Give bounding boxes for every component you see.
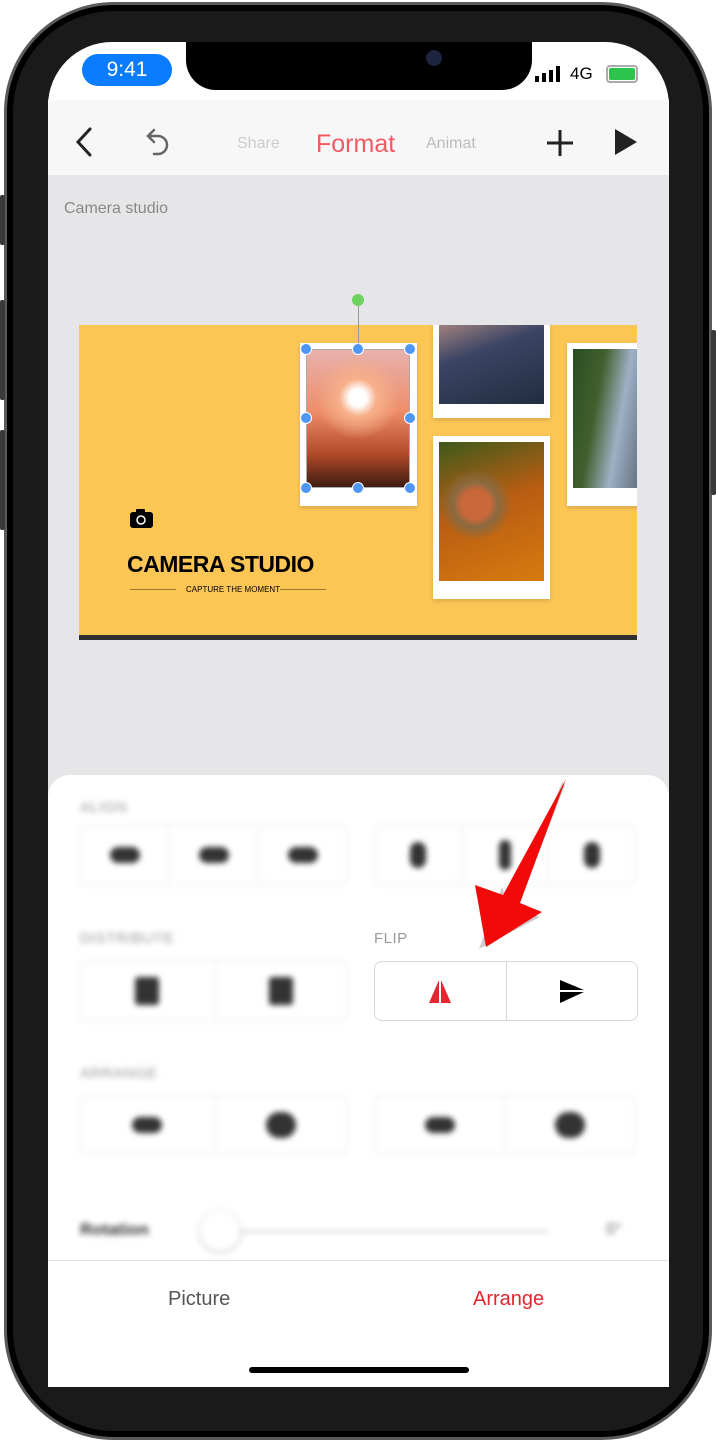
bring-to-front-button[interactable] [215,1096,348,1154]
align-left-button[interactable] [81,826,170,884]
photo-mountain[interactable] [433,325,550,418]
tab-picture[interactable]: Picture [168,1288,230,1311]
resize-handle-bottom-left[interactable] [300,482,312,494]
distribute-group [80,961,348,1021]
power-button [711,330,716,495]
resize-handle-top-left[interactable] [300,343,312,355]
volume-down-button [0,430,5,530]
red-arrow-annotation [475,779,566,949]
rotation-line [358,300,359,348]
align-label: ALIGN [80,799,128,816]
rotation-slider-thumb[interactable] [200,1211,240,1251]
distribute-vertical-button[interactable] [215,962,348,1020]
align-top-button[interactable] [375,826,462,884]
mute-switch [0,195,5,245]
signal-icon [535,66,560,82]
resize-handle-top[interactable] [352,343,364,355]
send-backward-button[interactable] [375,1096,506,1154]
document-title: Camera studio [64,200,169,217]
distribute-label: DISTRIBUTE [80,930,175,947]
undo-icon[interactable] [144,126,172,160]
play-icon[interactable] [613,128,639,156]
battery-icon [606,65,638,83]
rotate-handle[interactable] [352,294,364,306]
resize-handle-bottom-right[interactable] [404,482,416,494]
camera-icon [130,509,153,528]
status-time: 9:41 [82,54,172,86]
arrange-label: ARRANGE [80,1065,158,1082]
photo-waterfall[interactable] [567,343,637,506]
top-toolbar: Share Format Animat [48,100,669,175]
flip-group [374,961,638,1021]
resize-handle-top-right[interactable] [404,343,416,355]
flip-horizontal-button[interactable] [375,962,507,1020]
tab-animate[interactable]: Animat [426,135,476,153]
send-to-back-button[interactable] [506,1096,636,1154]
distribute-horizontal-button[interactable] [81,962,215,1020]
align-center-button[interactable] [170,826,259,884]
tab-share[interactable]: Share [237,135,280,153]
tab-format[interactable]: Format [316,130,395,159]
resize-handle-left[interactable] [300,412,312,424]
slide-subtitle: CAPTURE THE MOMENT [186,585,281,594]
home-indicator[interactable] [249,1367,469,1373]
align-right-button[interactable] [259,826,347,884]
tab-arrange[interactable]: Arrange [473,1288,544,1311]
notch [186,42,532,90]
bottom-tab-bar: Picture Arrange [48,1260,669,1387]
network-label: 4G [570,64,593,83]
flip-horizontal-icon [429,980,452,1003]
flip-vertical-icon [559,980,584,1003]
bring-forward-button[interactable] [81,1096,215,1154]
flip-label: FLIP [374,930,408,947]
back-icon[interactable] [74,126,96,158]
align-horizontal-group [80,825,348,885]
photo-spider[interactable] [433,436,550,599]
rotation-value: 0° [606,1221,622,1238]
resize-handle-bottom[interactable] [352,482,364,494]
rotation-slider-track[interactable] [218,1230,548,1233]
resize-handle-right[interactable] [404,412,416,424]
selection-box [306,349,410,488]
rotation-label: Rotation [80,1220,149,1239]
add-icon[interactable] [545,128,575,158]
volume-up-button [0,300,5,400]
slide-title: CAMERA STUDIO [127,551,314,577]
camera-lens [426,50,442,66]
flip-vertical-button[interactable] [507,962,638,1020]
arrange-group-left [80,1095,348,1155]
arrange-group-right [374,1095,636,1155]
